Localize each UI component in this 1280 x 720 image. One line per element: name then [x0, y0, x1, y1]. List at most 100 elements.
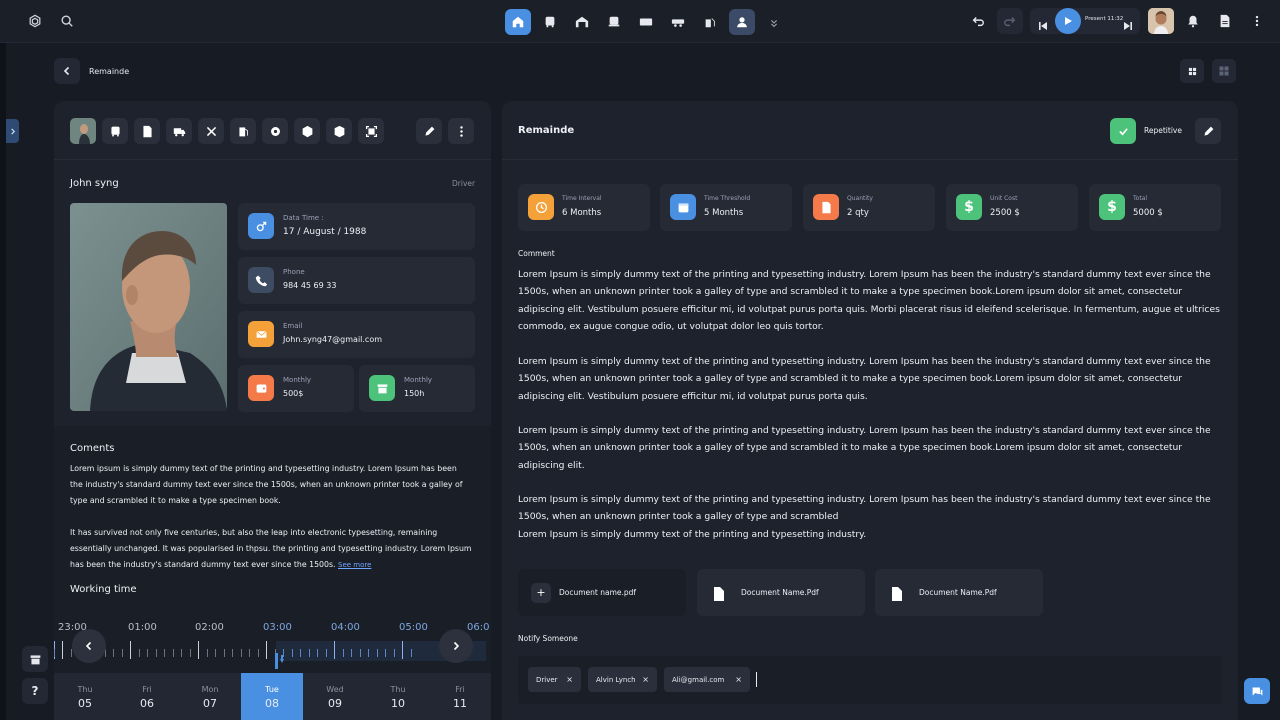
working-time-title: Working time: [70, 584, 137, 595]
timeline-tick: [394, 649, 395, 657]
back-button[interactable]: [54, 58, 80, 84]
monthly-hours-value: 150h: [404, 389, 425, 398]
expand-chevron-icon[interactable]: [761, 9, 787, 37]
day-cell[interactable]: Fri 06: [116, 673, 178, 720]
grid-view-icon[interactable]: [1212, 59, 1236, 83]
day-cell[interactable]: Wed 09: [304, 673, 366, 720]
timeline-marker[interactable]: [275, 653, 285, 669]
driver-panel: John syng Driver Data Time : 17 / August…: [54, 101, 491, 720]
tools-tab-icon[interactable]: [198, 118, 224, 144]
monthly-cost-card: Monthly 500$: [238, 365, 354, 412]
stat-time-interval: Time Interval 6 Months: [518, 184, 650, 231]
see-more-link[interactable]: See more: [338, 561, 371, 569]
remove-chip-icon[interactable]: ×: [642, 675, 649, 684]
timeline-tick: [334, 641, 335, 659]
day-cell[interactable]: Thu 10: [367, 673, 429, 720]
day-number: 11: [453, 697, 467, 710]
timeline-tick: [62, 641, 63, 659]
sidebar-expand-button[interactable]: [6, 119, 19, 143]
timeline-tick: [266, 641, 267, 659]
edit-reminder-icon[interactable]: [1195, 118, 1221, 144]
vehicle-nav-icon[interactable]: [601, 9, 627, 35]
document-icon[interactable]: [1212, 8, 1238, 34]
home-nav-icon[interactable]: [505, 9, 531, 35]
stat-label: Time Interval: [562, 195, 602, 202]
monthly-hours-label: Monthly: [404, 376, 433, 384]
fuel-tab-icon[interactable]: [230, 118, 256, 144]
previous-icon[interactable]: [1038, 16, 1048, 30]
timeline-tick: [139, 649, 140, 657]
day-name: Thu: [77, 685, 93, 694]
timeline-prev-button[interactable]: [72, 629, 106, 663]
player-label: Present 11:32: [1085, 16, 1124, 22]
next-icon[interactable]: [1123, 16, 1133, 30]
timeline-next-button[interactable]: [439, 629, 473, 663]
day-cell[interactable]: Tue 08: [241, 673, 303, 720]
help-icon[interactable]: ?: [22, 678, 48, 704]
timeline-tick: [343, 649, 344, 657]
document-item[interactable]: Document Name.Pdf: [875, 569, 1043, 616]
stat-label: Unit Cost: [990, 195, 1018, 202]
fuel-nav-icon[interactable]: [697, 9, 723, 35]
stat-unit-cost: $ Unit Cost 2500 $: [946, 184, 1078, 231]
day-number: 08: [265, 697, 279, 710]
day-number: 06: [140, 697, 154, 710]
phone-icon: [248, 267, 274, 293]
box-tab-icon[interactable]: [326, 118, 352, 144]
stat-label: Quantity: [847, 195, 873, 202]
driver-thumbnail[interactable]: [70, 118, 96, 144]
delivery-tab-icon[interactable]: [166, 118, 192, 144]
undo-icon[interactable]: [965, 8, 991, 34]
recipient-chip: Ali@gmail.com ×: [664, 667, 750, 692]
avatar[interactable]: [1148, 8, 1174, 34]
monthly-cost-value: 500$: [283, 389, 304, 398]
garage-nav-icon[interactable]: [569, 9, 595, 35]
redo-icon[interactable]: [997, 8, 1023, 34]
phone-card: Phone 984 45 69 33: [238, 257, 475, 304]
chat-icon[interactable]: [1244, 678, 1270, 704]
notify-input[interactable]: Driver × Alvin Lynch × Ali@gmail.com ×: [518, 656, 1221, 704]
remove-chip-icon[interactable]: ×: [735, 675, 742, 684]
timeline-tick: [241, 649, 242, 657]
quantity-icon: [813, 194, 839, 220]
day-cell[interactable]: Fri 11: [429, 673, 491, 720]
comments-title: Coments: [70, 443, 115, 454]
trailer-nav-icon[interactable]: [665, 9, 691, 35]
timeline-tick: [385, 649, 386, 657]
timeline-tick: [377, 649, 378, 657]
day-cell[interactable]: Mon 07: [179, 673, 241, 720]
edit-icon[interactable]: [416, 118, 442, 144]
document-item[interactable]: Document Name.Pdf: [697, 569, 865, 616]
day-name: Fri: [142, 685, 152, 694]
timeline-tick: [130, 641, 131, 659]
day-cell[interactable]: Thu 05: [54, 673, 116, 720]
user-nav-icon[interactable]: [729, 9, 755, 35]
check-icon[interactable]: [1110, 118, 1136, 144]
list-view-icon[interactable]: [1180, 59, 1204, 83]
play-button[interactable]: [1055, 8, 1081, 34]
more-menu-icon[interactable]: [1244, 8, 1270, 34]
search-icon[interactable]: [54, 8, 80, 34]
bell-icon[interactable]: [1180, 8, 1206, 34]
store-shortcut-icon[interactable]: [22, 646, 48, 672]
remove-chip-icon[interactable]: ×: [566, 675, 573, 684]
add-document-button[interactable]: + Document name.pdf: [518, 569, 686, 616]
left-edge-strip: [0, 0, 6, 720]
settings-tab-icon[interactable]: [262, 118, 288, 144]
recipient-chip: Driver ×: [528, 667, 581, 692]
time-label: 06:0: [467, 622, 490, 633]
timeline-tick: [147, 649, 148, 657]
more-options-icon[interactable]: [448, 118, 474, 144]
top-bar: Present 11:32: [0, 0, 1280, 43]
file-tab-icon[interactable]: [134, 118, 160, 144]
bus-tab-icon[interactable]: [102, 118, 128, 144]
bus-nav-icon[interactable]: [537, 9, 563, 35]
truck-nav-icon[interactable]: [633, 9, 659, 35]
stat-value: 2 qty: [847, 208, 869, 218]
reminder-panel: Remainde Repetitive Time Interval 6 Mont…: [502, 101, 1238, 720]
timeline-tick: [326, 649, 327, 657]
package-tab-icon[interactable]: [294, 118, 320, 144]
scan-tab-icon[interactable]: [358, 118, 384, 144]
logo-icon[interactable]: [22, 8, 48, 34]
time-label: 05:00: [399, 622, 428, 633]
